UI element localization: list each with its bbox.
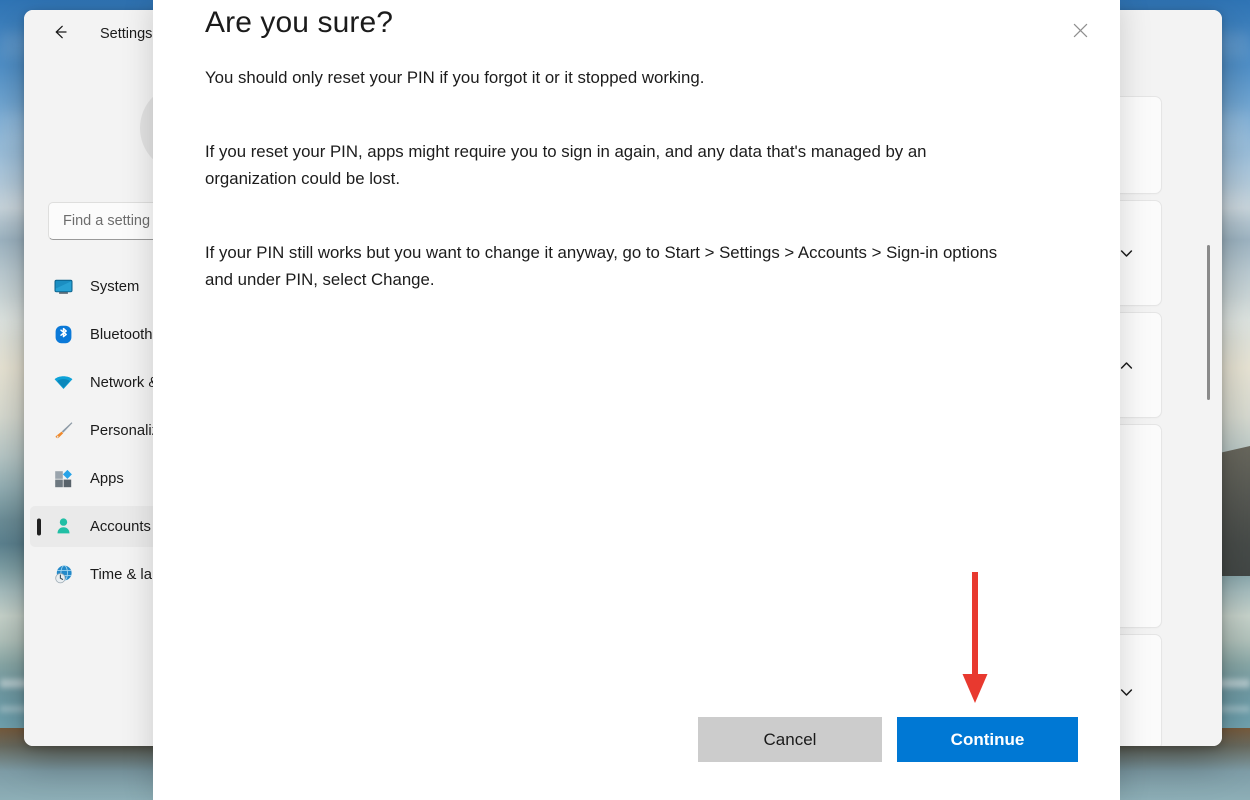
screen: Settings Find a setting System Bluetooth…: [0, 0, 1250, 800]
person-icon: [52, 516, 74, 538]
continue-button[interactable]: Continue: [897, 717, 1078, 762]
clock-globe-icon: [52, 564, 74, 586]
chevron-down-icon: [1118, 245, 1135, 262]
content-scrollbar[interactable]: [1207, 245, 1210, 400]
dialog-body: Are you sure? You should only reset your…: [205, 0, 1076, 293]
cancel-button[interactable]: Cancel: [698, 717, 882, 762]
sidebar-item-label: System: [90, 278, 140, 295]
chevron-down-icon: [1118, 684, 1135, 701]
dialog-paragraph-1: You should only reset your PIN if you fo…: [205, 68, 705, 87]
confirmation-dialog: Are you sure? You should only reset your…: [153, 0, 1120, 800]
dialog-title: Are you sure?: [205, 6, 394, 39]
apps-icon: [52, 468, 74, 490]
dialog-paragraph-2: If you reset your PIN, apps might requir…: [205, 142, 927, 188]
search-placeholder: Find a setting: [63, 213, 151, 229]
paintbrush-icon: [52, 420, 74, 442]
dialog-paragraph-3: If your PIN still works but you want to …: [205, 243, 998, 289]
monitor-icon: [52, 276, 74, 298]
page-title: Settings: [100, 26, 153, 42]
bluetooth-icon: [52, 324, 74, 346]
sidebar-item-label: Accounts: [90, 518, 151, 535]
sidebar-item-label: Apps: [90, 470, 124, 487]
back-button[interactable]: [44, 19, 76, 49]
arrow-left-icon: [50, 22, 70, 47]
wifi-icon: [52, 372, 74, 394]
chevron-up-icon: [1118, 357, 1135, 374]
